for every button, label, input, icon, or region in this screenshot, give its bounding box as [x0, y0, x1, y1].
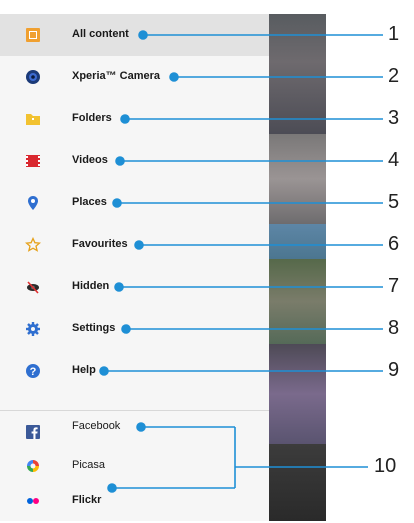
folder-icon	[25, 111, 41, 127]
menu-item-label: Flickr	[72, 494, 102, 506]
menu-item-label: Places	[72, 196, 107, 208]
callout-number: 8	[388, 317, 400, 339]
menu-item-facebook[interactable]: Facebook	[0, 411, 269, 453]
menu-item-folders[interactable]: Folders	[0, 98, 269, 140]
menu-item-label: Facebook	[72, 420, 121, 432]
menu-item-label: Favourites	[72, 238, 128, 250]
callout-number: 6	[388, 233, 400, 255]
menu-item-help[interactable]: ? Help	[0, 350, 269, 392]
menu-item-label: Settings	[72, 322, 116, 334]
menu-item-all-content[interactable]: All content	[0, 14, 269, 56]
menu-item-label: Xperia™ Camera	[72, 70, 161, 82]
photo-thumbnail[interactable]	[269, 134, 326, 224]
callout-number: 1	[388, 23, 400, 45]
menu-item-places[interactable]: Places	[0, 182, 269, 224]
all-content-icon	[25, 27, 41, 43]
photo-thumbnail[interactable]	[269, 14, 326, 134]
star-icon	[25, 237, 41, 253]
callout-number: 7	[388, 275, 400, 297]
photo-thumbnail[interactable]	[269, 344, 326, 444]
callout-number: 2	[388, 65, 400, 87]
photo-thumbnail[interactable]	[269, 259, 326, 344]
callout-number: 4	[388, 149, 400, 171]
camera-icon	[25, 69, 41, 85]
navigation-drawer: All content Xperia™ Camera Folders Video…	[0, 14, 269, 521]
photo-thumbnail[interactable]	[269, 224, 326, 259]
photo-strip[interactable]	[269, 14, 326, 521]
menu-item-xperia-camera[interactable]: Xperia™ Camera	[0, 56, 269, 98]
video-icon	[25, 153, 41, 169]
menu-item-hidden[interactable]: Hidden	[0, 266, 269, 308]
help-icon: ?	[25, 363, 41, 379]
menu-item-flickr[interactable]: Flickr	[0, 481, 269, 523]
gear-icon	[25, 321, 41, 337]
callout-number: 3	[388, 107, 400, 129]
hidden-eye-icon	[25, 279, 41, 295]
menu-item-favourites[interactable]: Favourites	[0, 224, 269, 266]
facebook-icon	[25, 424, 41, 440]
menu-item-label: Videos	[72, 154, 108, 166]
menu-item-label: Folders	[72, 112, 112, 124]
menu-item-settings[interactable]: Settings	[0, 308, 269, 350]
picasa-icon	[25, 458, 41, 474]
callout-number: 10	[374, 455, 397, 477]
menu-item-label: Hidden	[72, 280, 110, 292]
photo-thumbnail[interactable]	[269, 444, 326, 521]
svg-text:?: ?	[30, 366, 37, 378]
menu-item-label: Help	[72, 364, 96, 376]
menu-item-label: Picasa	[72, 459, 106, 471]
place-pin-icon	[25, 195, 41, 211]
callout-number: 9	[388, 359, 400, 381]
menu-item-label: All content	[72, 28, 129, 40]
menu-item-videos[interactable]: Videos	[0, 140, 269, 182]
flickr-icon	[25, 493, 41, 509]
callout-number: 5	[388, 191, 400, 213]
